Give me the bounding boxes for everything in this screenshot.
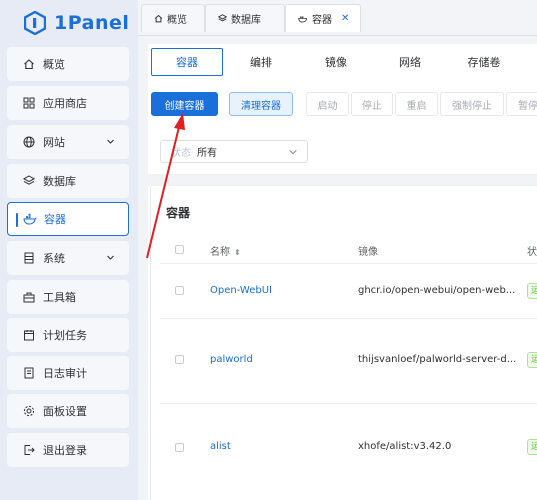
row-checkbox[interactable] (175, 443, 184, 452)
sidebar-item-system[interactable]: 系统 (7, 241, 129, 275)
tab-label: 数据库 (231, 15, 261, 26)
docker-icon (298, 14, 308, 23)
sidebar-item-label: 面板设置 (43, 405, 87, 418)
logo-icon (23, 10, 47, 36)
sidebar-item-overview[interactable]: 概览 (7, 47, 129, 81)
row-checkbox[interactable] (175, 355, 184, 364)
home-icon (154, 14, 163, 23)
stop-button[interactable]: 停止 (351, 92, 393, 116)
tab-database[interactable]: 数据库 (205, 4, 285, 32)
row-divider (160, 403, 537, 404)
row-checkbox[interactable] (175, 286, 184, 295)
logo[interactable]: 1Panel (23, 8, 130, 38)
active-indicator (16, 213, 18, 227)
sidebar-item-label: 数据库 (43, 175, 76, 188)
logout-icon (22, 443, 36, 457)
header-divider (160, 263, 537, 264)
status-badge: 运行中 (527, 439, 537, 455)
pause-button[interactable]: 暂停 (506, 92, 537, 116)
grid-icon (22, 96, 36, 110)
status-badge: 运行中 (527, 283, 537, 299)
layers-icon (22, 174, 36, 188)
tab-label: 概览 (167, 15, 187, 26)
layers-icon (218, 14, 227, 23)
subtab-compose[interactable]: 编排 (225, 48, 297, 76)
sidebar-item-label: 日志审计 (43, 367, 87, 380)
sidebar-item-website[interactable]: 网站 (7, 125, 129, 159)
close-icon[interactable]: ✕ (341, 13, 349, 24)
kill-button[interactable]: 强制停止 (440, 92, 504, 116)
sort-icon: ⬍ (234, 248, 241, 257)
filter-label: 状态 (171, 148, 191, 159)
sidebar-item-label: 工具箱 (43, 291, 76, 304)
container-name-link[interactable]: alist (210, 441, 231, 452)
sidebar-item-label: 系统 (43, 252, 65, 265)
sidebar-item-label: 计划任务 (43, 329, 87, 342)
container-image: xhofe/alist:v3.42.0 (358, 441, 452, 452)
container-image: thijsvanloef/palworld-server-d... (358, 354, 517, 365)
tab-label: 容器 (312, 15, 332, 26)
sidebar-item-label: 退出登录 (43, 444, 87, 457)
state-filter-select[interactable]: 状态 所有 (160, 140, 308, 163)
create-container-button[interactable]: 创建容器 (151, 92, 218, 116)
calendar-icon (22, 328, 36, 342)
globe-icon (22, 135, 36, 149)
column-header-state: 状 (527, 247, 537, 258)
sidebar-item-logout[interactable]: 退出登录 (7, 433, 129, 467)
sidebar-item-label: 容器 (44, 213, 66, 226)
clean-containers-button[interactable]: 清理容器 (229, 92, 293, 116)
container-name-link[interactable]: palworld (210, 354, 253, 365)
toolbox-icon (22, 290, 36, 304)
chevron-down-icon (288, 147, 298, 160)
chevron-down-icon (106, 252, 115, 265)
sidebar: 1Panel 概览 应用商店 网站 数据库 容器 系统 工具箱 计划任务 日志审… (0, 0, 138, 500)
log-icon (22, 366, 36, 380)
subtab-networks[interactable]: 网络 (374, 48, 446, 76)
sidebar-item-cron[interactable]: 计划任务 (7, 318, 129, 352)
row-divider (160, 318, 537, 319)
home-icon (22, 57, 36, 71)
gear-icon (22, 404, 36, 418)
sidebar-item-app-store[interactable]: 应用商店 (7, 86, 129, 120)
select-all-checkbox[interactable] (175, 245, 184, 254)
subtab-containers[interactable]: 容器 (151, 48, 223, 76)
start-button[interactable]: 启动 (306, 92, 349, 116)
chevron-down-icon (106, 136, 115, 149)
docker-icon (23, 212, 37, 226)
restart-button[interactable]: 重启 (395, 92, 438, 116)
sidebar-item-database[interactable]: 数据库 (7, 164, 129, 198)
subtab-volumes[interactable]: 存储卷 (448, 48, 520, 76)
sidebar-item-logs[interactable]: 日志审计 (7, 356, 129, 390)
sidebar-item-label: 应用商店 (43, 97, 87, 110)
container-name-link[interactable]: Open-WebUI (210, 285, 272, 296)
container-card (150, 186, 537, 500)
card-title: 容器 (166, 206, 191, 220)
brand-name: 1Panel (54, 12, 130, 34)
filter-value: 所有 (197, 148, 217, 159)
section-gap (148, 174, 537, 186)
sidebar-item-container[interactable]: 容器 (7, 202, 129, 236)
tab-container[interactable]: 容器 ✕ (285, 4, 361, 32)
sidebar-item-label: 概览 (43, 58, 65, 71)
sidebar-item-toolbox[interactable]: 工具箱 (7, 280, 129, 314)
column-header-image: 镜像 (358, 247, 378, 258)
status-badge: 运行中 (527, 352, 537, 368)
subtab-images[interactable]: 镜像 (300, 48, 372, 76)
sidebar-item-settings[interactable]: 面板设置 (7, 394, 129, 428)
container-image: ghcr.io/open-webui/open-web... (358, 285, 516, 296)
column-header-name[interactable]: 名称 ⬍ (210, 243, 241, 258)
tab-overview[interactable]: 概览 (141, 4, 205, 32)
server-icon (22, 251, 36, 265)
sidebar-item-label: 网站 (43, 136, 65, 149)
